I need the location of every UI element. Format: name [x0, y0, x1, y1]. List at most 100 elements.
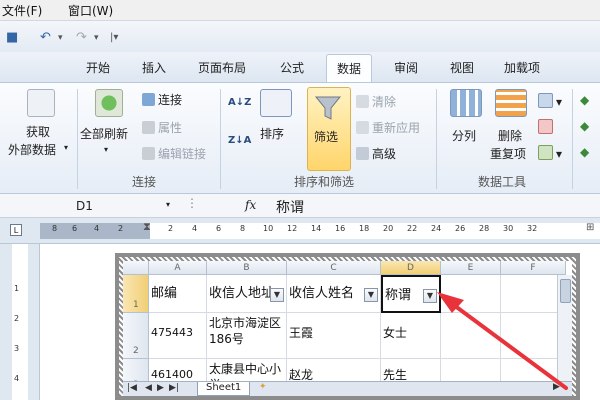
get-external-data-label-1[interactable]: 获取 [26, 123, 50, 140]
data-validation-icon[interactable]: ▾ [538, 93, 562, 109]
sort-icon [260, 89, 292, 117]
chevron-down-icon[interactable]: ▾ [104, 145, 108, 154]
group-outline-icon[interactable]: ◆ [580, 93, 589, 107]
connections-button[interactable]: 连接 [142, 91, 182, 108]
remove-duplicates-label-1[interactable]: 删除 [498, 127, 522, 144]
edit-links-label: 编辑链接 [158, 147, 207, 161]
formula-input[interactable]: 称谓 [276, 197, 304, 217]
column-header-b[interactable]: B [207, 261, 287, 275]
sheet-nav-prev-icon[interactable]: ◀ [145, 383, 152, 393]
clear-filter-button[interactable]: 清除 [356, 93, 396, 110]
properties-button[interactable]: 属性 [142, 119, 182, 136]
ruler-tick: 2 [168, 224, 174, 233]
tab-stop-icon[interactable]: L [10, 224, 22, 236]
what-if-analysis-icon[interactable]: ▾ [538, 145, 562, 161]
cell-a2[interactable]: 475443 [149, 313, 207, 359]
name-box[interactable]: D1 [76, 199, 93, 213]
cell-d2[interactable]: 女士 [381, 313, 441, 359]
ruler-tick: 12 [287, 224, 298, 233]
redo-dropdown-icon[interactable]: ▾ [94, 33, 99, 43]
view-ruler-icon[interactable]: ⊞ [586, 222, 594, 233]
sort-button[interactable]: 排序 [260, 125, 284, 142]
sort-descending-icon[interactable]: Z↓A [228, 135, 251, 146]
tab-formulas[interactable]: 公式 [280, 59, 304, 76]
edit-links-button[interactable]: 编辑链接 [142, 145, 206, 162]
sheet-tab-sheet1[interactable]: Sheet1 [197, 382, 251, 396]
scroll-right-icon[interactable]: ▶ [553, 382, 560, 392]
chevron-down-icon[interactable]: ▾ [166, 200, 170, 209]
cell-d1-selected[interactable]: 称谓 ▼ [381, 275, 441, 313]
tab-insert[interactable]: 插入 [142, 59, 166, 76]
reapply-button[interactable]: 重新应用 [356, 119, 420, 136]
save-icon[interactable]: ■ [6, 30, 18, 45]
ruler-tick: 18 [359, 224, 370, 233]
sheet-nav-last-icon[interactable]: ▶| [169, 383, 179, 393]
undo-icon[interactable]: ↶ [40, 30, 51, 45]
column-header-e[interactable]: E [441, 261, 501, 275]
worksheet-grid: A B C D E F 1 2 3 邮编 收信人地址▼ 收信人姓名▼ 称谓▼ 4… [123, 261, 572, 396]
column-header-c[interactable]: C [287, 261, 381, 275]
refresh-all-button[interactable]: 全部刷新 [80, 125, 128, 142]
undo-dropdown-icon[interactable]: ▾ [58, 33, 63, 43]
ruler-tick: 4 [14, 374, 20, 383]
insert-sheet-icon[interactable]: ✦ [259, 382, 267, 392]
advanced-filter-icon [356, 147, 369, 160]
cell-e1[interactable] [441, 275, 501, 313]
cell-c2[interactable]: 王霞 [287, 313, 381, 359]
filter-dropdown-icon[interactable]: ▼ [270, 288, 284, 302]
redo-icon[interactable]: ↷ [76, 30, 87, 45]
column-header-a[interactable]: A [149, 261, 207, 275]
cell-a1[interactable]: 邮编 [149, 275, 207, 313]
remove-duplicates-label-2[interactable]: 重复项 [490, 145, 526, 162]
consolidate-icon[interactable] [538, 119, 556, 135]
text-to-columns-button[interactable]: 分列 [452, 127, 476, 144]
tab-page-layout[interactable]: 页面布局 [198, 59, 246, 76]
sheet-nav-first-icon[interactable]: |◀ [127, 383, 137, 393]
sort-ascending-icon[interactable]: A↓Z [228, 97, 251, 108]
ruler-tick: 2 [118, 224, 124, 233]
cell-text: 女士 [383, 326, 408, 340]
connections-label: 连接 [158, 93, 183, 107]
row-header-1[interactable]: 1 [123, 275, 149, 313]
text-to-columns-icon [450, 89, 482, 117]
indent-marker-icon[interactable]: ⧗ [143, 220, 151, 234]
cell-e2[interactable] [441, 313, 501, 359]
ruler-tick: 30 [503, 224, 514, 233]
properties-label: 属性 [158, 121, 183, 135]
function-icon[interactable]: fx [245, 198, 256, 212]
column-header-d[interactable]: D [381, 261, 441, 275]
cell-text: 北京市海淀区186号 [209, 316, 282, 346]
vertical-scrollbar[interactable] [557, 275, 572, 382]
tab-add-ins[interactable]: 加载项 [504, 59, 540, 76]
cell-b1[interactable]: 收信人地址 ▼ [207, 275, 287, 313]
ruler-tick: 1 [14, 284, 20, 293]
filter-dropdown-icon[interactable]: ▼ [423, 289, 437, 303]
subtotal-icon[interactable]: ◆ [580, 145, 589, 159]
get-external-data-label-2[interactable]: 外部数据 [8, 141, 56, 158]
group-label-sort-filter: 排序和筛选 [294, 175, 355, 189]
select-all-corner[interactable] [123, 261, 149, 275]
column-header-f[interactable]: F [501, 261, 566, 275]
menu-file[interactable]: 文件(F) [2, 2, 42, 19]
customize-toolbar-icon[interactable]: |▾ [110, 32, 118, 43]
chevron-down-icon[interactable]: ▾ [64, 143, 68, 152]
filter-dropdown-icon[interactable]: ▼ [364, 288, 378, 302]
sheet-nav-next-icon[interactable]: ▶ [157, 383, 164, 393]
advanced-filter-button[interactable]: 高级 [356, 145, 396, 162]
tab-view[interactable]: 视图 [450, 59, 474, 76]
tab-home[interactable]: 开始 [86, 59, 110, 76]
funnel-icon [314, 96, 342, 120]
row-number: 2 [133, 346, 139, 356]
filter-button[interactable]: 筛选 [307, 87, 351, 171]
cell-b2[interactable]: 北京市海淀区186号 [207, 313, 287, 359]
embedded-worksheet[interactable]: A B C D E F 1 2 3 邮编 收信人地址▼ 收信人姓名▼ 称谓▼ 4… [115, 253, 580, 400]
ruler-tick: 3 [14, 344, 20, 353]
menu-window[interactable]: 窗口(W) [68, 2, 113, 19]
cell-c1[interactable]: 收信人姓名 ▼ [287, 275, 381, 313]
reapply-label: 重新应用 [372, 121, 421, 135]
tab-review[interactable]: 审阅 [394, 59, 418, 76]
row-header-2[interactable]: 2 [123, 313, 149, 359]
ungroup-icon[interactable]: ◆ [580, 119, 589, 133]
link-icon [142, 147, 155, 160]
scrollbar-thumb[interactable] [560, 279, 571, 303]
